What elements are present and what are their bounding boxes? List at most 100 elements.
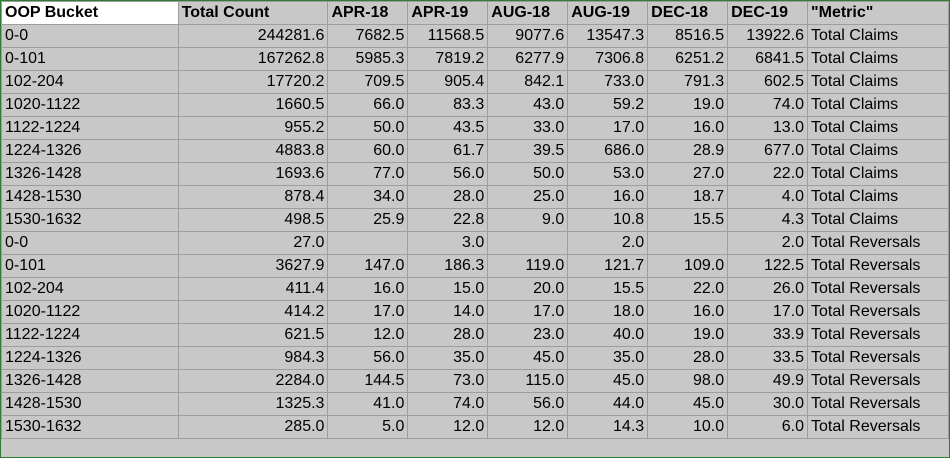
cell-total-count[interactable]: 285.0	[177, 415, 329, 439]
cell-apr-18[interactable]: 77.0	[327, 162, 409, 186]
cell-apr-19[interactable]: 56.0	[407, 162, 489, 186]
cell-dec-19[interactable]: 4.0	[727, 185, 809, 209]
cell-aug-18[interactable]: 50.0	[487, 162, 569, 186]
column-header-metric[interactable]: "Metric"	[807, 1, 949, 25]
cell-apr-18[interactable]: 34.0	[327, 185, 409, 209]
cell-oop-bucket[interactable]: 102-204	[1, 70, 179, 94]
cell-dec-19[interactable]: 6.0	[727, 415, 809, 439]
cell-oop-bucket[interactable]: 1020-1122	[1, 93, 179, 117]
cell-metric[interactable]: Total Claims	[807, 139, 949, 163]
column-header-aug-18[interactable]: AUG-18	[487, 1, 569, 25]
cell-apr-18[interactable]: 7682.5	[327, 24, 409, 48]
cell-dec-18[interactable]	[647, 231, 729, 255]
cell-dec-19[interactable]: 122.5	[727, 254, 809, 278]
cell-oop-bucket[interactable]: 0-101	[1, 254, 179, 278]
column-header-dec-18[interactable]: DEC-18	[647, 1, 729, 25]
cell-apr-18[interactable]: 147.0	[327, 254, 409, 278]
column-header-total-count[interactable]: Total Count	[177, 1, 329, 25]
cell-dec-19[interactable]: 17.0	[727, 300, 809, 324]
cell-aug-19[interactable]: 45.0	[567, 369, 649, 393]
cell-oop-bucket[interactable]: 0-0	[1, 231, 179, 255]
cell-aug-19[interactable]: 16.0	[567, 185, 649, 209]
cell-total-count[interactable]: 1325.3	[177, 392, 329, 416]
cell-aug-18[interactable]: 56.0	[487, 392, 569, 416]
column-header-dec-19[interactable]: DEC-19	[727, 1, 809, 25]
cell-oop-bucket[interactable]: 102-204	[1, 277, 179, 301]
cell-total-count[interactable]: 2284.0	[177, 369, 329, 393]
cell-dec-18[interactable]: 28.0	[647, 346, 729, 370]
cell-apr-19[interactable]: 11568.5	[407, 24, 489, 48]
cell-apr-18[interactable]: 5.0	[327, 415, 409, 439]
cell-apr-19[interactable]: 61.7	[407, 139, 489, 163]
cell-oop-bucket[interactable]: 1428-1530	[1, 392, 179, 416]
cell-apr-19[interactable]: 73.0	[407, 369, 489, 393]
cell-aug-18[interactable]: 17.0	[487, 300, 569, 324]
cell-aug-19[interactable]: 44.0	[567, 392, 649, 416]
cell-dec-19[interactable]: 677.0	[727, 139, 809, 163]
cell-metric[interactable]: Total Reversals	[807, 369, 949, 393]
cell-apr-18[interactable]: 50.0	[327, 116, 409, 140]
cell-aug-19[interactable]: 15.5	[567, 277, 649, 301]
cell-metric[interactable]: Total Reversals	[807, 415, 949, 439]
cell-dec-19[interactable]: 33.5	[727, 346, 809, 370]
cell-dec-18[interactable]: 15.5	[647, 208, 729, 232]
cell-apr-19[interactable]: 83.3	[407, 93, 489, 117]
cell-total-count[interactable]: 167262.8	[177, 47, 329, 71]
cell-dec-18[interactable]: 16.0	[647, 300, 729, 324]
cell-dec-18[interactable]: 27.0	[647, 162, 729, 186]
cell-oop-bucket[interactable]: 1428-1530	[1, 185, 179, 209]
cell-dec-18[interactable]: 19.0	[647, 323, 729, 347]
cell-dec-18[interactable]: 19.0	[647, 93, 729, 117]
cell-oop-bucket[interactable]: 1224-1326	[1, 346, 179, 370]
column-header-oop-bucket[interactable]: OOP Bucket	[1, 1, 179, 25]
cell-aug-19[interactable]: 733.0	[567, 70, 649, 94]
cell-apr-18[interactable]	[327, 231, 409, 255]
cell-oop-bucket[interactable]: 1326-1428	[1, 162, 179, 186]
cell-apr-18[interactable]: 41.0	[327, 392, 409, 416]
cell-dec-19[interactable]: 33.9	[727, 323, 809, 347]
cell-apr-19[interactable]: 186.3	[407, 254, 489, 278]
cell-dec-19[interactable]: 13.0	[727, 116, 809, 140]
cell-dec-18[interactable]: 791.3	[647, 70, 729, 94]
cell-aug-19[interactable]: 18.0	[567, 300, 649, 324]
cell-aug-19[interactable]: 53.0	[567, 162, 649, 186]
cell-dec-19[interactable]: 13922.6	[727, 24, 809, 48]
cell-aug-19[interactable]: 121.7	[567, 254, 649, 278]
cell-metric[interactable]: Total Reversals	[807, 346, 949, 370]
cell-total-count[interactable]: 498.5	[177, 208, 329, 232]
cell-aug-19[interactable]: 14.3	[567, 415, 649, 439]
cell-aug-19[interactable]: 17.0	[567, 116, 649, 140]
cell-dec-18[interactable]: 28.9	[647, 139, 729, 163]
cell-metric[interactable]: Total Reversals	[807, 231, 949, 255]
cell-dec-19[interactable]: 74.0	[727, 93, 809, 117]
cell-apr-19[interactable]: 12.0	[407, 415, 489, 439]
cell-total-count[interactable]: 414.2	[177, 300, 329, 324]
cell-total-count[interactable]: 4883.8	[177, 139, 329, 163]
cell-apr-18[interactable]: 56.0	[327, 346, 409, 370]
cell-apr-19[interactable]: 35.0	[407, 346, 489, 370]
cell-dec-19[interactable]: 22.0	[727, 162, 809, 186]
cell-apr-18[interactable]: 144.5	[327, 369, 409, 393]
cell-oop-bucket[interactable]: 1530-1632	[1, 208, 179, 232]
cell-aug-19[interactable]: 686.0	[567, 139, 649, 163]
cell-dec-18[interactable]: 16.0	[647, 116, 729, 140]
cell-aug-18[interactable]: 43.0	[487, 93, 569, 117]
cell-dec-19[interactable]: 2.0	[727, 231, 809, 255]
cell-oop-bucket[interactable]: 1326-1428	[1, 369, 179, 393]
cell-aug-18[interactable]: 119.0	[487, 254, 569, 278]
cell-apr-19[interactable]: 3.0	[407, 231, 489, 255]
cell-metric[interactable]: Total Claims	[807, 162, 949, 186]
cell-apr-19[interactable]: 22.8	[407, 208, 489, 232]
cell-metric[interactable]: Total Claims	[807, 185, 949, 209]
cell-apr-18[interactable]: 12.0	[327, 323, 409, 347]
cell-total-count[interactable]: 1660.5	[177, 93, 329, 117]
cell-aug-19[interactable]: 2.0	[567, 231, 649, 255]
cell-aug-19[interactable]: 35.0	[567, 346, 649, 370]
column-header-aug-19[interactable]: AUG-19	[567, 1, 649, 25]
cell-aug-19[interactable]: 13547.3	[567, 24, 649, 48]
cell-aug-19[interactable]: 7306.8	[567, 47, 649, 71]
cell-aug-19[interactable]: 10.8	[567, 208, 649, 232]
cell-total-count[interactable]: 17720.2	[177, 70, 329, 94]
cell-total-count[interactable]: 621.5	[177, 323, 329, 347]
cell-metric[interactable]: Total Reversals	[807, 277, 949, 301]
